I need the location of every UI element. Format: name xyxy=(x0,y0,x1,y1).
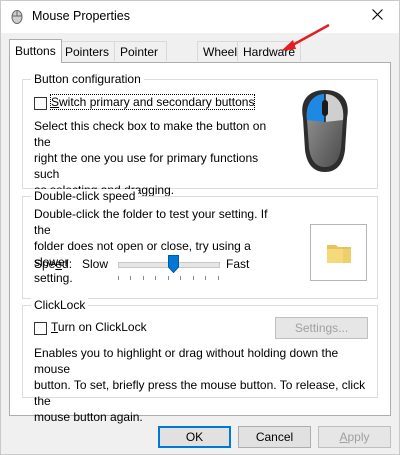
buttons-tab-panel: Button configuration Switch primary and … xyxy=(9,62,391,424)
tab-buttons[interactable]: Buttons xyxy=(9,39,62,63)
button-config-description: Select this check box to make the button… xyxy=(34,118,274,198)
desc-line: Select this check box to make the button… xyxy=(34,119,267,149)
mouse-app-icon xyxy=(9,8,25,24)
desc-line: Enables you to highlight or drag without… xyxy=(34,346,339,376)
speed-label: Speed: xyxy=(34,257,73,271)
tab-label: Buttons xyxy=(15,44,56,58)
ok-button[interactable]: OK xyxy=(158,426,231,448)
close-button[interactable] xyxy=(355,1,399,31)
slider-thumb[interactable] xyxy=(167,255,179,274)
tab-label: Wheel xyxy=(203,45,238,59)
folder-icon xyxy=(325,239,353,267)
clicklock-label[interactable]: Turn on ClickLock xyxy=(51,320,147,334)
group-title: ClickLock xyxy=(31,298,89,312)
clicklock-group: ClickLock Turn on ClickLock Settings... … xyxy=(22,298,378,424)
double-click-description: Double-click the folder to test your set… xyxy=(34,206,284,286)
slider-tick xyxy=(130,276,131,280)
apply-button[interactable]: Apply xyxy=(318,426,391,448)
tab-label: Pointers xyxy=(65,45,110,59)
slider-tick xyxy=(143,276,144,280)
title-bar: Mouse Properties xyxy=(1,1,399,33)
button-configuration-group: Button configuration Switch primary and … xyxy=(22,72,378,197)
switch-buttons-label[interactable]: Switch primary and secondary buttons xyxy=(49,94,256,110)
slider-tick xyxy=(168,276,169,280)
group-title: Button configuration xyxy=(31,72,144,86)
slider-tick xyxy=(118,276,119,280)
slider-tick xyxy=(155,276,156,280)
fast-label: Fast xyxy=(226,257,250,271)
desc-line: right the one you use for primary functi… xyxy=(34,151,259,181)
clicklock-description: Enables you to highlight or drag without… xyxy=(34,345,374,425)
close-icon xyxy=(371,9,383,23)
slider-tick xyxy=(180,276,181,280)
window-title: Mouse Properties xyxy=(32,9,130,23)
switch-buttons-checkbox[interactable] xyxy=(34,97,47,110)
desc-line: Double-click the folder to test your set… xyxy=(34,207,268,237)
desc-line: button. To set, briefly press the mouse … xyxy=(34,378,366,408)
tab-pointer-options[interactable]: Pointer Options xyxy=(114,41,168,79)
mouse-properties-window: Mouse Properties Buttons Pointers Pointe… xyxy=(0,0,400,455)
mouse-illustration-icon xyxy=(295,88,355,174)
slider-tick xyxy=(218,276,219,280)
desc-line: setting. xyxy=(34,271,73,285)
group-title: Double-click speed xyxy=(31,189,139,203)
red-annotation-arrow-icon xyxy=(279,23,331,53)
desc-line: mouse button again. xyxy=(34,410,143,424)
cancel-button[interactable]: Cancel xyxy=(238,426,311,448)
tab-pointers[interactable]: Pointers xyxy=(59,41,116,61)
slow-label: Slow xyxy=(82,257,109,271)
slider-tick xyxy=(193,276,194,280)
slider-tick xyxy=(205,276,206,280)
clicklock-checkbox[interactable] xyxy=(34,322,47,335)
clicklock-settings-button[interactable]: Settings... xyxy=(275,317,368,339)
test-folder-area[interactable] xyxy=(310,224,367,281)
